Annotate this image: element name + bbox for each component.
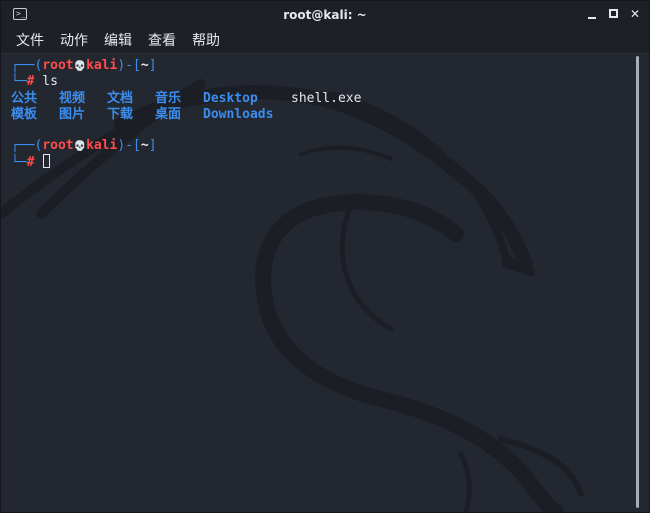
prompt-line-top: ┌──(root💀kali)-[~]	[11, 138, 157, 153]
file-item: shell.exe	[291, 91, 362, 106]
scrollbar-thumb[interactable]	[636, 56, 639, 508]
minimize-button[interactable]	[585, 7, 599, 21]
menu-action[interactable]: 动作	[60, 29, 88, 53]
menu-file[interactable]: 文件	[16, 29, 44, 53]
dir-item: 模板	[11, 107, 38, 122]
dir-item: 音乐	[155, 91, 182, 106]
menu-help[interactable]: 帮助	[192, 29, 220, 53]
menu-view[interactable]: 查看	[148, 29, 176, 53]
dir-item: Downloads	[203, 107, 274, 122]
menu-edit[interactable]: 编辑	[104, 29, 132, 53]
prompt-line-command: └─#	[11, 154, 51, 170]
vertical-scrollbar[interactable]	[633, 54, 649, 512]
dir-item: Desktop	[203, 91, 258, 106]
menu-bar: 文件 动作 编辑 查看 帮助	[1, 29, 649, 54]
dir-item: 文档	[107, 91, 134, 106]
title-bar[interactable]: >_ root@kali: ~ ✕	[1, 1, 649, 29]
dir-item: 公共	[11, 91, 38, 106]
terminal-output[interactable]: ┌──(root💀kali)-[~] └─# ls 公共 视频 文档 音乐 De…	[1, 54, 633, 512]
skull-icon: 💀	[73, 141, 87, 152]
dir-item: 视频	[59, 91, 86, 106]
kali-dragon-watermark	[1, 79, 584, 512]
prompt-line-command: └─# ls	[11, 74, 58, 89]
skull-icon: 💀	[73, 61, 87, 72]
dir-item: 下载	[107, 107, 134, 122]
dir-item: 桌面	[155, 107, 182, 122]
text-cursor	[43, 154, 51, 168]
terminal-window: >_ root@kali: ~ ✕ 文件 动作 编辑 查看 帮助 ┌──(roo…	[0, 0, 650, 513]
prompt-line-top: ┌──(root💀kali)-[~]	[11, 58, 157, 73]
close-button[interactable]: ✕	[628, 7, 642, 21]
dir-item: 图片	[59, 107, 86, 122]
window-title: root@kali: ~	[283, 8, 367, 22]
maximize-button[interactable]	[607, 7, 621, 21]
